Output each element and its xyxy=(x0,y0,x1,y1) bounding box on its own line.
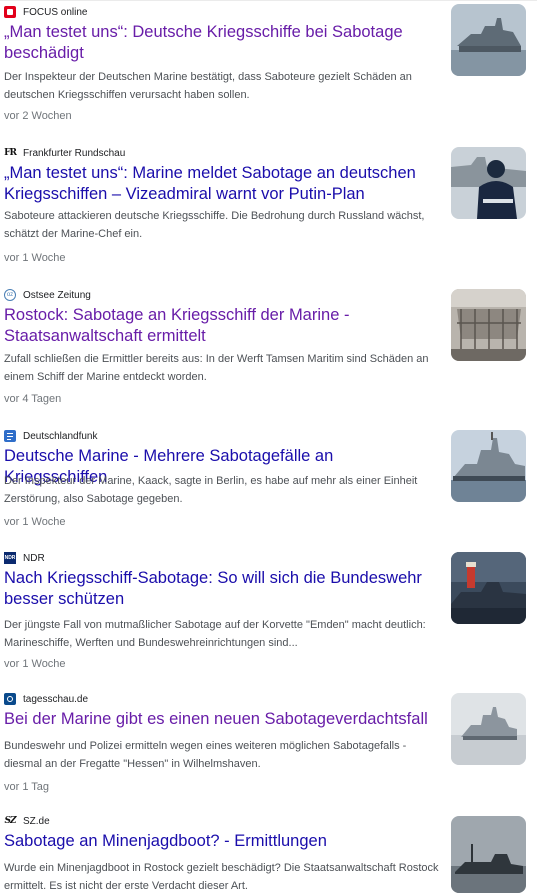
sz-favicon-icon: SZ xyxy=(4,816,16,826)
news-source[interactable]: SZ SZ.de xyxy=(4,813,50,829)
minehunter-thumbnail[interactable] xyxy=(451,816,526,893)
news-age: vor 4 Tagen xyxy=(4,393,62,405)
news-result-3: oz Ostsee Zeitung Rostock: Sabotage an K… xyxy=(0,287,537,412)
news-result-1: FOCUS online „Man testet uns“: Deutsche … xyxy=(0,4,537,132)
news-snippet: Saboteure attackieren deutsche Kriegssch… xyxy=(4,210,425,240)
news-source-name: FOCUS online xyxy=(23,6,88,18)
ndr-favicon-icon: NDR xyxy=(4,552,16,564)
news-source-name: Deutschlandfunk xyxy=(23,430,98,442)
sailor-thumbnail[interactable] xyxy=(451,147,526,219)
news-snippet: Zufall schließen die Ermittler bereits a… xyxy=(4,353,429,383)
news-age: vor 1 Woche xyxy=(4,516,66,528)
news-result-2: FR Frankfurter Rundschau „Man testet uns… xyxy=(0,145,537,285)
news-result-5: NDR NDR Nach Kriegsschiff-Sabotage: So w… xyxy=(0,550,537,672)
frigate-harbor-thumbnail[interactable] xyxy=(451,430,526,502)
deutschlandfunk-favicon-icon xyxy=(4,430,16,442)
news-source[interactable]: FOCUS online xyxy=(4,4,87,20)
warship-thumbnail[interactable] xyxy=(451,4,526,76)
news-result-7: SZ SZ.de Sabotage an Minenjagdboot? - Er… xyxy=(0,813,537,893)
news-age: vor 1 Tag xyxy=(4,781,50,793)
news-source-name: tagesschau.de xyxy=(23,693,89,705)
news-source[interactable]: tagesschau.de xyxy=(4,691,88,707)
news-age: vor 1 Woche xyxy=(4,252,66,264)
news-headline-link[interactable]: Rostock: Sabotage an Kriegsschiff der Ma… xyxy=(4,305,434,346)
news-source-name: SZ.de xyxy=(23,815,50,827)
news-source[interactable]: Deutschlandfunk xyxy=(4,428,98,444)
news-source[interactable]: FR Frankfurter Rundschau xyxy=(4,145,125,161)
news-headline-link[interactable]: „Man testet uns“: Marine meldet Sabotage… xyxy=(4,163,434,204)
news-headline-link[interactable]: Sabotage an Minenjagdboot? - Ermittlunge… xyxy=(4,831,434,852)
frankfurter-rundschau-favicon-icon: FR xyxy=(4,148,17,158)
news-headline-link[interactable]: Nach Kriegsschiff-Sabotage: So will sich… xyxy=(4,568,434,609)
news-source[interactable]: oz Ostsee Zeitung xyxy=(4,287,91,303)
frigate-hessen-thumbnail[interactable] xyxy=(451,693,526,765)
news-age: vor 1 Woche xyxy=(4,658,66,670)
news-source-name: Frankfurter Rundschau xyxy=(23,147,126,159)
news-snippet: Der jüngste Fall von mutmaßlicher Sabota… xyxy=(4,619,426,649)
ostsee-zeitung-favicon-icon: oz xyxy=(4,289,16,301)
news-source-name: NDR xyxy=(23,552,45,564)
news-headline-link[interactable]: Bei der Marine gibt es einen neuen Sabot… xyxy=(4,709,434,730)
top-divider xyxy=(0,0,537,1)
news-result-4: Deutschlandfunk Deutsche Marine - Mehrer… xyxy=(0,428,537,543)
shipyard-thumbnail[interactable] xyxy=(451,289,526,361)
news-snippet: Der Inspekteur der Deutschen Marine best… xyxy=(4,71,412,101)
focus-online-favicon-icon xyxy=(4,6,16,18)
news-headline-link[interactable]: „Man testet uns“: Deutsche Kriegsschiffe… xyxy=(4,22,434,63)
news-source-name: Ostsee Zeitung xyxy=(23,289,91,301)
news-age: vor 2 Wochen xyxy=(4,110,72,122)
news-snippet: Bundeswehr und Polizei ermitteln wegen e… xyxy=(4,740,407,770)
news-source[interactable]: NDR NDR xyxy=(4,550,45,566)
news-snippet: Wurde ein Minenjagdboot in Rostock gezie… xyxy=(4,862,439,892)
news-snippet: Der Inspekteur der Marine, Kaack, sagte … xyxy=(4,475,418,505)
corvette-lighthouse-thumbnail[interactable] xyxy=(451,552,526,624)
news-result-6: tagesschau.de Bei der Marine gibt es ein… xyxy=(0,691,537,801)
tagesschau-favicon-icon xyxy=(4,693,16,705)
